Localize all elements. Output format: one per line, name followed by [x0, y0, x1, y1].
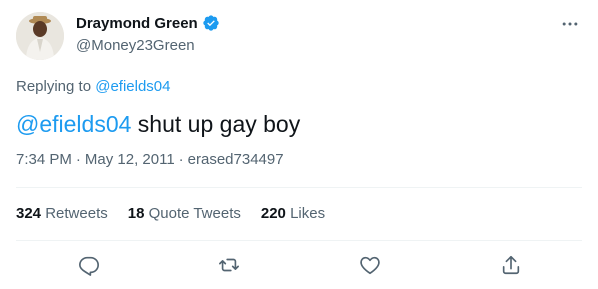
replying-to-link[interactable]: @efields04 — [95, 78, 170, 95]
retweet-button[interactable] — [216, 252, 242, 278]
divider — [16, 187, 582, 188]
meta-separator: · — [178, 151, 184, 168]
quote-tweets-count: 18 — [127, 205, 145, 222]
likes-stat[interactable]: 220 Likes — [261, 205, 325, 222]
avatar[interactable] — [16, 12, 64, 60]
tweet-meta: 7:34 PM · May 12, 2011 · erased734497 — [16, 151, 284, 168]
verified-badge-icon — [203, 15, 219, 31]
author-name-row: Draymond Green — [76, 14, 220, 32]
tweet-text: @efields04 shut up gay boy — [16, 110, 300, 138]
tweet-mention-link[interactable]: @efields04 — [16, 111, 131, 137]
quote-tweets-label: Quote Tweets — [148, 205, 241, 222]
reply-button[interactable] — [76, 252, 102, 278]
retweets-count: 324 — [16, 205, 42, 222]
quote-tweets-stat[interactable]: 18 Quote Tweets — [128, 205, 241, 222]
meta-separator: · — [75, 151, 81, 168]
divider — [16, 240, 582, 241]
reply-icon — [79, 256, 99, 276]
tweet-card: Draymond Green @Money23Green Replying to… — [0, 0, 598, 289]
more-horizontal-icon — [562, 22, 578, 26]
share-icon — [502, 255, 520, 275]
retweet-icon — [219, 258, 239, 272]
replying-to-prefix: Replying to — [16, 78, 96, 95]
author-display-name[interactable]: Draymond Green — [76, 15, 198, 32]
tweet-body: shut up gay boy — [131, 111, 301, 137]
tweet-date[interactable]: May 12, 2011 — [85, 151, 175, 168]
avatar-image — [16, 12, 64, 60]
tweet-actions — [0, 252, 598, 278]
retweets-label: Retweets — [45, 205, 108, 222]
likes-label: Likes — [290, 205, 326, 222]
replying-to: Replying to @efields04 — [16, 78, 171, 95]
author-handle[interactable]: @Money23Green — [76, 37, 195, 54]
tweet-source: erased734497 — [187, 151, 284, 168]
likes-count: 220 — [260, 205, 286, 222]
like-button[interactable] — [357, 252, 383, 278]
tweet-time[interactable]: 7:34 PM — [16, 151, 72, 168]
tweet-stats: 324 Retweets 18 Quote Tweets 220 Likes — [16, 205, 325, 222]
retweets-stat[interactable]: 324 Retweets — [16, 205, 108, 222]
share-button[interactable] — [498, 252, 524, 278]
more-options-button[interactable] — [558, 12, 582, 36]
like-icon — [360, 256, 380, 275]
